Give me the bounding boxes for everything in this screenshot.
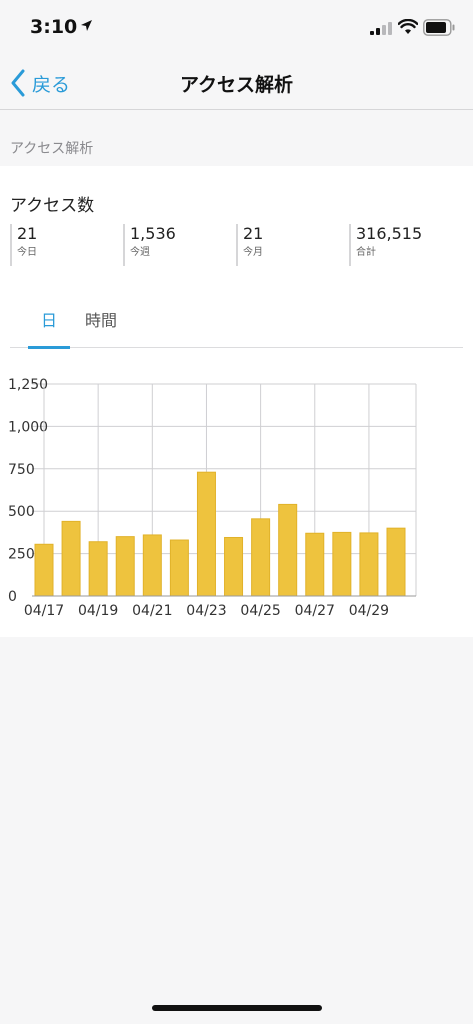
wifi-icon (398, 19, 418, 34)
chart-bar (332, 531, 352, 597)
stat-total: 316,515 合計 (349, 224, 459, 266)
status-time: 3:10 (30, 16, 78, 38)
chart-x-tick-label: 04/21 (132, 603, 172, 619)
chart-bar (61, 520, 81, 597)
chart-bar (88, 541, 108, 597)
chart-bar (305, 532, 325, 597)
stat-week: 1,536 今週 (123, 224, 233, 266)
navigation-bar: 戻る アクセス解析 (0, 56, 473, 110)
section-header-text: アクセス解析 (10, 141, 94, 157)
tab-bar: 日 時間 (10, 306, 463, 349)
chart-svg: 0 250 500 750 1,000 1,250 04/17 04/19 04/21 04/23… (8, 377, 417, 619)
chart-bar (142, 534, 162, 597)
stats-row: 21 今日 1,536 今週 21 今月 316,515 合計 (10, 224, 463, 266)
chart-x-tick-label: 04/25 (240, 603, 280, 619)
stat-label: 今週 (130, 247, 150, 258)
stat-today: 21 今日 (10, 224, 120, 266)
stat-value: 21 (17, 224, 38, 243)
chart-bar (386, 527, 406, 597)
chart-bar (169, 539, 189, 597)
chart-y-tick-label: 0 (8, 589, 17, 605)
chart-y-tick-label: 750 (8, 462, 35, 478)
chart-x-tick-label: 04/23 (186, 603, 226, 619)
chart-x-tick-label: 04/17 (24, 603, 64, 619)
location-arrow-icon (81, 20, 92, 31)
chart-y-tick-label: 1,250 (8, 377, 48, 393)
card-title: アクセス数 (10, 196, 95, 216)
section-header: アクセス解析 (0, 111, 473, 166)
access-card: アクセス数 21 今日 1,536 今週 21 今月 316,515 合計 日 … (0, 166, 473, 637)
tab-hour[interactable]: 時間 (80, 306, 122, 348)
chart-bar (115, 536, 135, 597)
access-bar-chart: 0 250 500 750 1,000 1,250 04/17 04/19 04/21 04/23… (0, 366, 473, 631)
chart-bar (34, 543, 54, 597)
stat-month: 21 今月 (236, 224, 346, 266)
chart-bar (278, 503, 298, 597)
stat-label: 今日 (17, 247, 37, 258)
chart-bar (251, 518, 271, 597)
chart-x-tick-label: 04/27 (295, 603, 335, 619)
stat-value: 1,536 (130, 224, 176, 243)
chart-bar (224, 536, 244, 597)
chart-y-tick-label: 500 (8, 504, 35, 520)
chart-x-tick-label: 04/29 (349, 603, 389, 619)
page-title: アクセス解析 (179, 74, 294, 96)
status-bar: 3:10 (0, 0, 473, 56)
home-indicator[interactable] (152, 1005, 322, 1011)
stat-value: 316,515 (356, 224, 423, 243)
stat-value: 21 (243, 224, 264, 243)
battery-icon (423, 19, 455, 36)
chart-bar (359, 532, 379, 597)
chart-y-tick-label: 250 (8, 547, 35, 563)
chart-bar (196, 471, 216, 597)
cellular-signal-icon (370, 22, 392, 35)
stat-label: 合計 (356, 247, 376, 258)
tab-day[interactable]: 日 (28, 306, 70, 349)
chart-y-tick-label: 1,000 (8, 419, 48, 435)
chart-x-tick-label: 04/19 (78, 603, 118, 619)
stat-label: 今月 (243, 247, 263, 258)
